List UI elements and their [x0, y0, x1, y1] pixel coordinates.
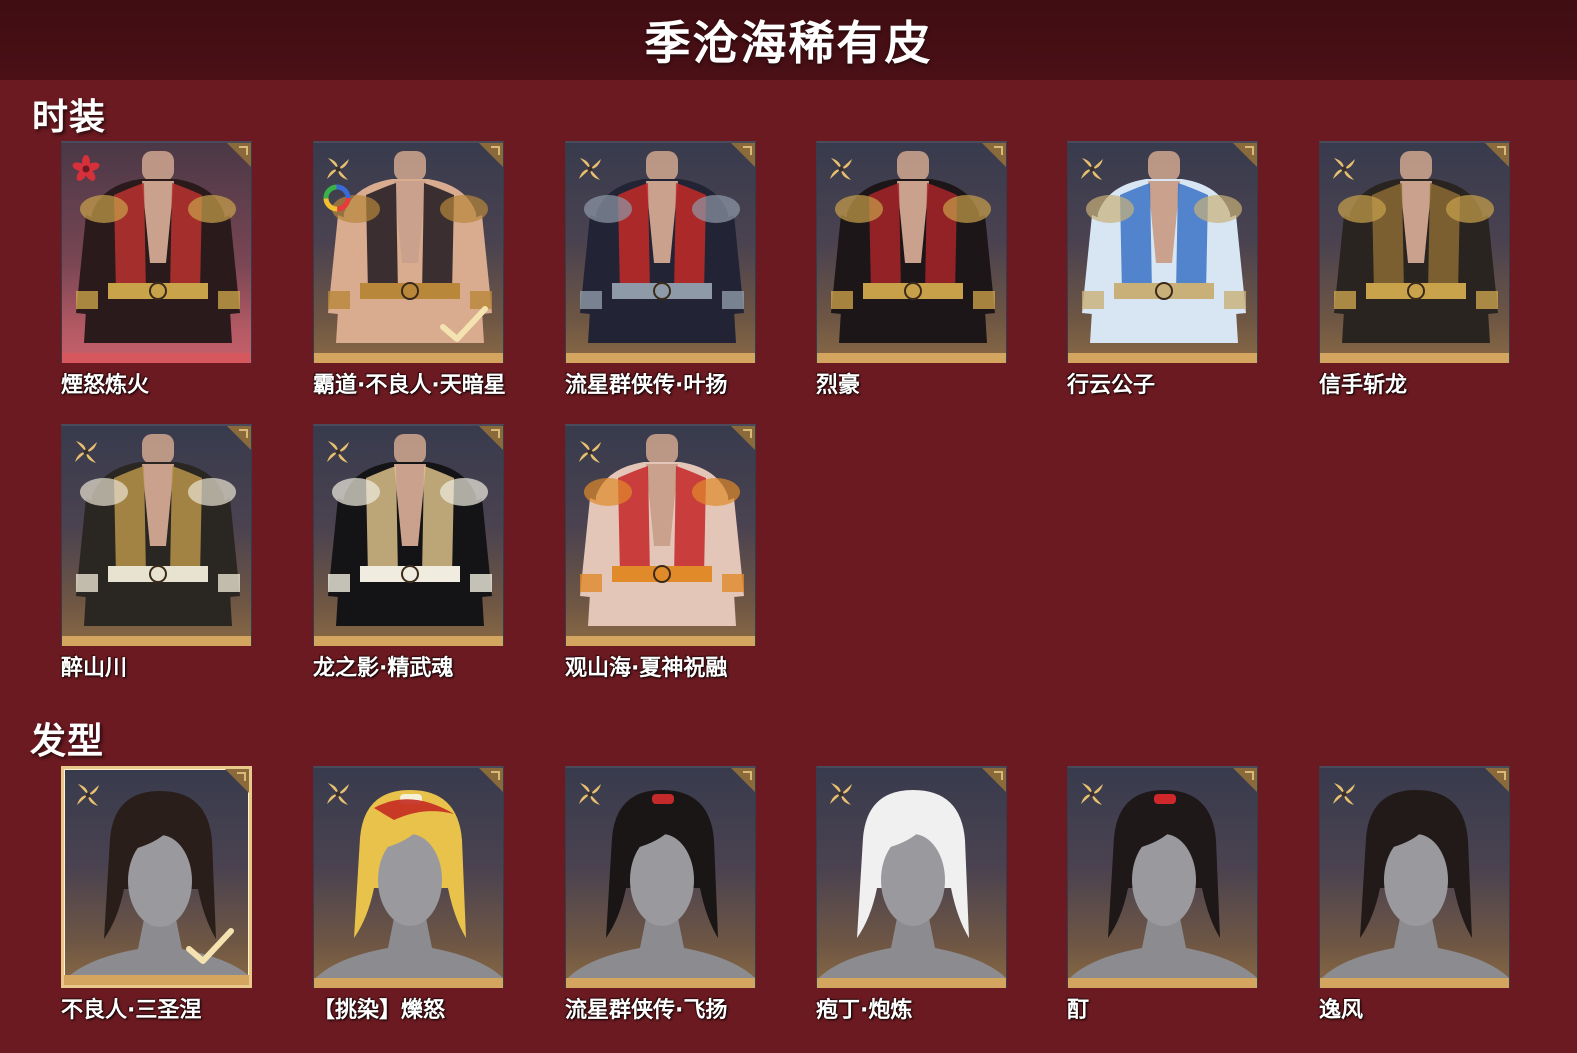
star-icon [827, 780, 855, 808]
star-icon [74, 781, 102, 809]
hairstyle-card[interactable]: 不良人·三圣涅 [61, 766, 252, 1023]
rarity-bar [62, 353, 251, 363]
corner-tab-icon [479, 426, 503, 450]
outfit-name: 龙之影·精武魂 [313, 656, 454, 681]
rarity-bar [1320, 353, 1509, 363]
hairstyle-name: 逸风 [1319, 998, 1364, 1023]
rarity-bar [1068, 978, 1257, 988]
outfit-card[interactable]: 醉山川 [61, 424, 252, 681]
corner-tab-icon [982, 768, 1006, 792]
outfit-card[interactable]: 观山海·夏神祝融 [565, 424, 756, 681]
corner-tab-icon [1485, 143, 1509, 167]
corner-tab-icon [731, 768, 755, 792]
section-title-outfits: 时装 [32, 97, 107, 138]
rarity-bar [566, 978, 755, 988]
star-icon [324, 155, 352, 183]
corner-tab-icon [225, 769, 249, 793]
outfit-thumbnail[interactable] [565, 424, 756, 646]
outfit-name: 醉山川 [61, 656, 128, 681]
star-icon [576, 780, 604, 808]
flower-icon [72, 155, 100, 183]
outfit-thumbnail[interactable] [313, 424, 504, 646]
rarity-bar [566, 353, 755, 363]
hairstyle-card[interactable]: 疱丁·炮炼 [816, 766, 1007, 1023]
checkmark-icon [439, 305, 489, 345]
rarity-bar [314, 978, 503, 988]
corner-tab-icon [731, 143, 755, 167]
page-title: 季沧海稀有皮 [644, 16, 933, 70]
corner-tab-icon [479, 768, 503, 792]
hairstyle-name: 不良人·三圣涅 [61, 998, 202, 1023]
outfit-card[interactable]: 煙怒炼火 [61, 141, 252, 398]
corner-tab-icon [982, 143, 1006, 167]
star-icon [1330, 780, 1358, 808]
hairstyle-card[interactable]: 流星群侠传·飞扬 [565, 766, 756, 1023]
section-title-hairstyles: 发型 [30, 721, 105, 762]
outfit-thumbnail[interactable] [1067, 141, 1258, 363]
outfit-name: 行云公子 [1067, 373, 1156, 398]
star-icon [1078, 155, 1106, 183]
corner-tab-icon [1233, 143, 1257, 167]
color-wheel-icon [322, 183, 352, 213]
outfit-card[interactable]: 信手斩龙 [1319, 141, 1510, 398]
rarity-bar [314, 353, 503, 363]
outfit-card[interactable]: 龙之影·精武魂 [313, 424, 504, 681]
hairstyle-name: 疱丁·炮炼 [816, 998, 913, 1023]
outfit-name: 烈豪 [816, 373, 861, 398]
rarity-bar [566, 636, 755, 646]
outfit-card[interactable]: 行云公子 [1067, 141, 1258, 398]
rarity-bar [62, 636, 251, 646]
star-icon [576, 438, 604, 466]
corner-tab-icon [1485, 768, 1509, 792]
outfit-card[interactable]: 流星群侠传·叶扬 [565, 141, 756, 398]
star-icon [324, 438, 352, 466]
star-icon [1078, 780, 1106, 808]
outfit-name: 观山海·夏神祝融 [565, 656, 728, 681]
corner-tab-icon [227, 426, 251, 450]
rarity-bar [314, 636, 503, 646]
outfit-thumbnail[interactable] [565, 141, 756, 363]
rarity-bar [817, 978, 1006, 988]
outfit-thumbnail[interactable] [313, 141, 504, 363]
hairstyle-thumbnail[interactable] [313, 766, 504, 988]
outfit-name: 信手斩龙 [1319, 373, 1408, 398]
star-icon [576, 155, 604, 183]
corner-tab-icon [731, 426, 755, 450]
outfit-card[interactable]: 霸道·不良人·天暗星 [313, 141, 506, 398]
hairstyle-card[interactable]: 酊 [1067, 766, 1258, 1023]
hairstyle-thumbnail[interactable] [61, 766, 252, 988]
title-bar: 季沧海稀有皮 [0, 0, 1577, 80]
outfit-name: 霸道·不良人·天暗星 [313, 373, 506, 398]
hairstyle-thumbnail[interactable] [1319, 766, 1510, 988]
star-icon [1330, 155, 1358, 183]
corner-tab-icon [227, 143, 251, 167]
outfit-thumbnail[interactable] [61, 424, 252, 646]
hairstyle-name: 【挑染】爍怒 [313, 998, 446, 1023]
hairstyle-thumbnail[interactable] [1067, 766, 1258, 988]
hairstyle-card[interactable]: 【挑染】爍怒 [313, 766, 504, 1023]
outfit-thumbnail[interactable] [61, 141, 252, 363]
rarity-bar [1320, 978, 1509, 988]
star-icon [324, 780, 352, 808]
hairstyle-name: 流星群侠传·飞扬 [565, 998, 728, 1023]
outfit-card[interactable]: 烈豪 [816, 141, 1007, 398]
rarity-bar [64, 975, 249, 985]
corner-tab-icon [1233, 768, 1257, 792]
hairstyle-thumbnail[interactable] [816, 766, 1007, 988]
hairstyle-thumbnail[interactable] [565, 766, 756, 988]
hairstyle-card[interactable]: 逸风 [1319, 766, 1510, 1023]
checkmark-icon [185, 927, 235, 967]
outfit-thumbnail[interactable] [816, 141, 1007, 363]
outfit-name: 煙怒炼火 [61, 373, 150, 398]
star-icon [827, 155, 855, 183]
outfit-thumbnail[interactable] [1319, 141, 1510, 363]
star-icon [72, 438, 100, 466]
rarity-bar [1068, 353, 1257, 363]
corner-tab-icon [479, 143, 503, 167]
outfit-name: 流星群侠传·叶扬 [565, 373, 728, 398]
rarity-bar [817, 353, 1006, 363]
hairstyle-name: 酊 [1067, 998, 1090, 1023]
